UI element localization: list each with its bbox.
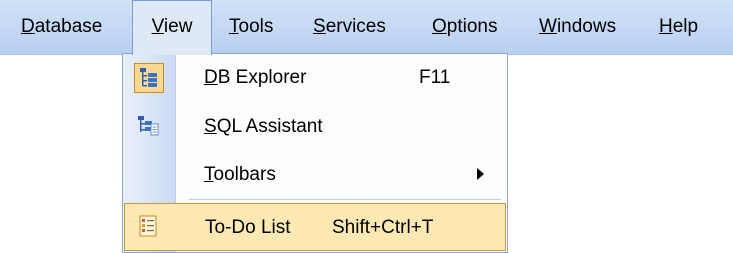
todo-list-icon xyxy=(135,212,165,242)
todo-list-shortcut: Shift+Ctrl+T xyxy=(332,217,434,238)
menu-item-todo-list[interactable]: To-Do List Shift+Ctrl+T xyxy=(124,203,506,251)
menu-windows[interactable]: Windows xyxy=(539,0,616,54)
menu-services[interactable]: Services xyxy=(313,0,386,54)
todo-list-label: To-Do List xyxy=(205,217,291,238)
db-explorer-icon xyxy=(134,63,164,93)
db-explorer-shortcut: F11 xyxy=(419,67,451,88)
sql-assistant-icon xyxy=(134,112,164,142)
menu-item-toolbars[interactable]: Toolbars xyxy=(123,151,507,199)
application-window: Database View Tools Services Options Win… xyxy=(0,0,733,253)
menu-item-sql-assistant[interactable]: SQL Assistant xyxy=(123,103,507,151)
menu-options[interactable]: Options xyxy=(432,0,497,54)
db-explorer-label: DB Explorer xyxy=(204,67,307,88)
menu-item-db-explorer[interactable]: DB Explorer F11 xyxy=(123,54,507,102)
menu-separator xyxy=(189,199,501,200)
menu-help[interactable]: Help xyxy=(659,0,698,54)
toolbars-label: Toolbars xyxy=(204,164,276,185)
menu-database[interactable]: Database xyxy=(21,0,102,54)
sql-assistant-label: SQL Assistant xyxy=(204,116,323,137)
view-dropdown-menu: DB Explorer F11 SQL Assistant Toolbars T… xyxy=(122,53,508,253)
menu-tools[interactable]: Tools xyxy=(229,0,273,54)
submenu-arrow-icon xyxy=(477,168,484,180)
menu-view[interactable]: View xyxy=(132,0,212,55)
menu-bar: Database View Tools Services Options Win… xyxy=(0,0,733,55)
